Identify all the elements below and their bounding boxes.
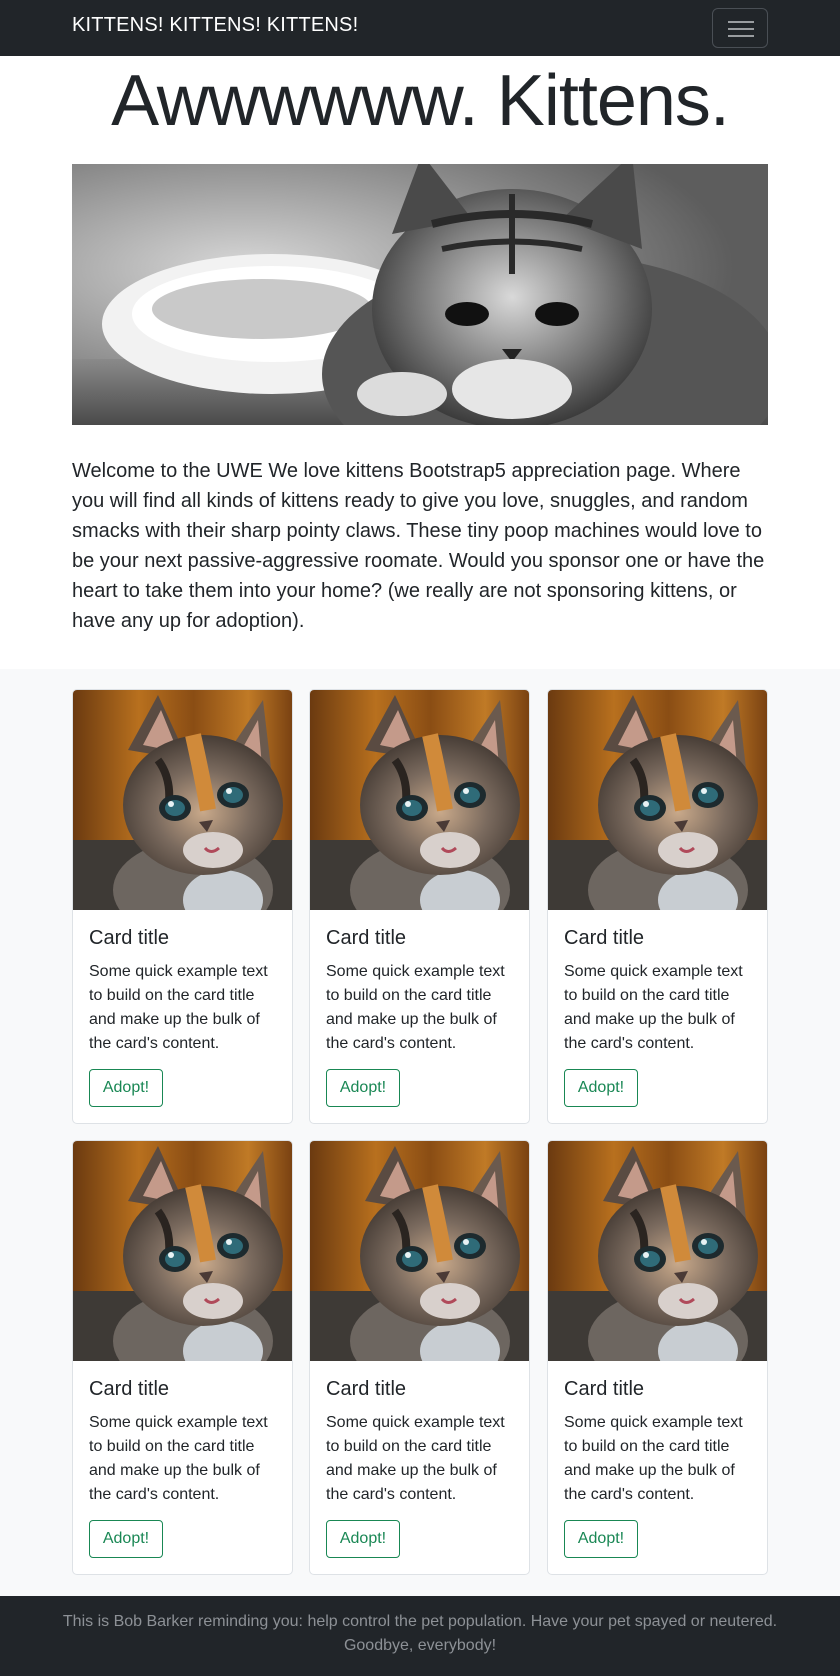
hamburger-menu-icon [728, 21, 754, 23]
kitten-card: Card title Some quick example text to bu… [72, 689, 293, 1124]
card-title: Card title [564, 927, 645, 949]
kitten-card: Card title Some quick example text to bu… [547, 1140, 768, 1575]
kitten-card: Card title Some quick example text to bu… [547, 689, 768, 1124]
calico-kitten-photo [73, 690, 292, 910]
card-title: Card title [326, 1378, 407, 1400]
calico-kitten-photo [548, 1141, 767, 1361]
card-text: Some quick example text to build on the … [326, 963, 505, 1052]
kitten-card: Card title Some quick example text to bu… [72, 1140, 293, 1575]
card-title: Card title [89, 1378, 170, 1400]
card-text: Some quick example text to build on the … [564, 1414, 743, 1503]
adopt-button[interactable]: Adopt! [564, 1069, 638, 1107]
adopt-button[interactable]: Adopt! [89, 1520, 163, 1558]
card-text: Some quick example text to build on the … [89, 1414, 268, 1503]
footer-text: This is Bob Barker reminding you: help c… [62, 1613, 778, 1654]
page-title: Awwwwww. Kittens. [111, 61, 730, 141]
navbar: KITTENS! KITTENS! KITTENS! [0, 0, 840, 56]
intro-paragraph: Welcome to the UWE We love kittens Boots… [72, 460, 765, 632]
hero-kitten-image [72, 164, 768, 425]
navbar-brand[interactable]: KITTENS! KITTENS! KITTENS! [72, 14, 358, 37]
card-text: Some quick example text to build on the … [89, 963, 268, 1052]
adopt-button[interactable]: Adopt! [89, 1069, 163, 1107]
card-title: Card title [564, 1378, 645, 1400]
calico-kitten-photo [310, 690, 529, 910]
kitten-card: Card title Some quick example text to bu… [309, 1140, 530, 1575]
card-title: Card title [326, 927, 407, 949]
calico-kitten-photo [73, 1141, 292, 1361]
card-text: Some quick example text to build on the … [326, 1414, 505, 1503]
footer: This is Bob Barker reminding you: help c… [0, 1596, 840, 1676]
calico-kitten-photo [548, 690, 767, 910]
card-title: Card title [89, 927, 170, 949]
adopt-button[interactable]: Adopt! [326, 1069, 400, 1107]
card-text: Some quick example text to build on the … [564, 963, 743, 1052]
adopt-button[interactable]: Adopt! [564, 1520, 638, 1558]
navbar-toggler-button[interactable] [712, 8, 768, 48]
adopt-button[interactable]: Adopt! [326, 1520, 400, 1558]
kitten-album: Card title Some quick example text to bu… [0, 669, 840, 1596]
calico-kitten-photo [310, 1141, 529, 1361]
kitten-card: Card title Some quick example text to bu… [309, 689, 530, 1124]
